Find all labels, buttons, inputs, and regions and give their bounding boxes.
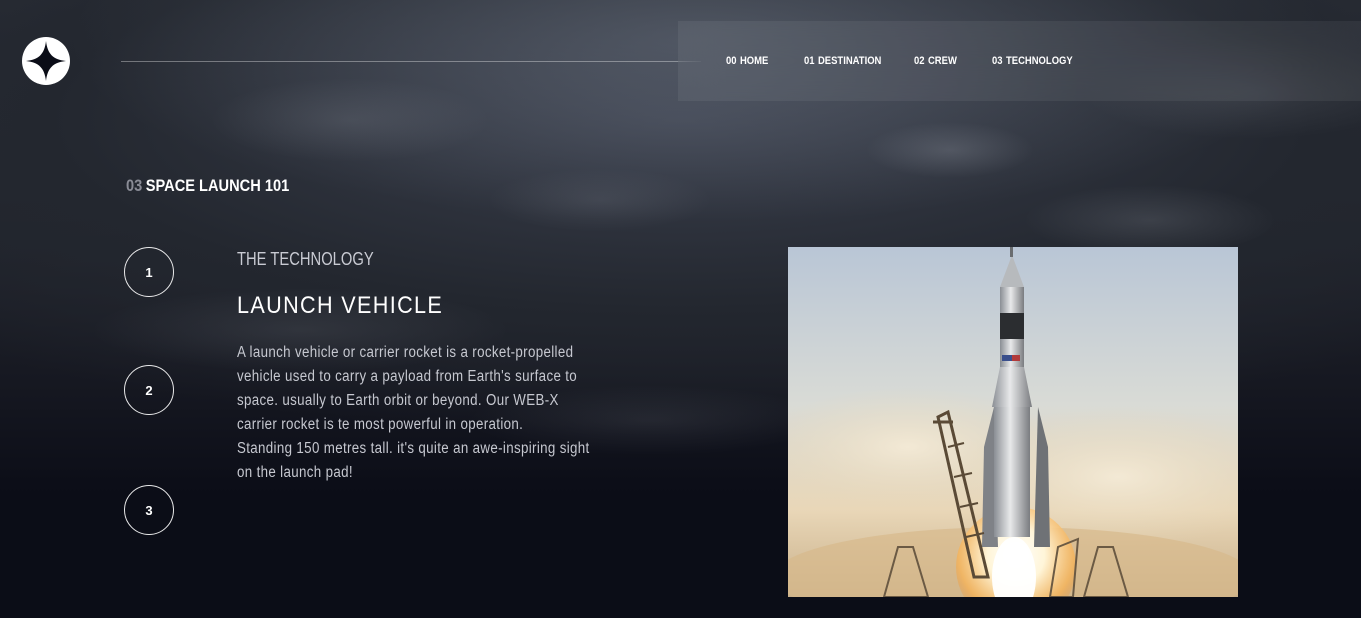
page-title-number: 03 [126, 176, 143, 195]
nav-item-destination[interactable]: 01 DESTINATION [804, 55, 881, 67]
description-line: carrier rocket is te most powerful in op… [237, 416, 524, 433]
technology-description: A launch vehicle or carrier rocket is a … [237, 341, 628, 485]
logo-star-icon[interactable] [22, 37, 70, 85]
page-title-text: SPACE LAUNCH 101 [145, 176, 290, 195]
nav-label: TECHNOLOGY [1005, 55, 1073, 67]
description-line: A launch vehicle or carrier rocket is a … [237, 344, 574, 361]
nav-number: 02 [914, 55, 925, 67]
step-button-1[interactable]: 1 [124, 247, 174, 297]
description-line: on the launch pad! [237, 464, 353, 481]
launch-vehicle-image [788, 247, 1238, 597]
step-button-2[interactable]: 2 [124, 365, 174, 415]
nav-item-technology[interactable]: 03 TECHNOLOGY [992, 55, 1073, 67]
description-line: Standing 150 metres tall. it's quite an … [237, 440, 590, 457]
star-icon [26, 41, 66, 81]
page-title: 03 SPACE LAUNCH 101 [126, 176, 289, 196]
nav-item-home[interactable]: 00 HOME [726, 55, 768, 67]
description-line: vehicle used to carry a payload from Ear… [237, 368, 578, 385]
nav-item-crew[interactable]: 02 CREW [914, 55, 957, 67]
header-divider [121, 61, 701, 62]
nav-label: CREW [927, 55, 957, 67]
nav-label: DESTINATION [817, 55, 882, 67]
technology-page: 00 HOME 01 DESTINATION 02 CREW 03 TECHNOLOGY… [0, 0, 1361, 618]
nav-label: HOME [739, 55, 769, 67]
technology-eyebrow: THE TECHNOLOGY [237, 249, 374, 269]
main-nav: 00 HOME 01 DESTINATION 02 CREW 03 TECHNOLOGY [678, 21, 1361, 101]
nav-number: 00 [726, 55, 737, 67]
nav-number: 01 [804, 55, 815, 67]
step-button-3[interactable]: 3 [124, 485, 174, 535]
technology-name: LAUNCH VEHICLE [237, 292, 444, 319]
nav-number: 03 [992, 55, 1003, 67]
rocket-launch-illustration [788, 247, 1238, 597]
description-line: space. usually to Earth orbit or beyond.… [237, 392, 559, 409]
